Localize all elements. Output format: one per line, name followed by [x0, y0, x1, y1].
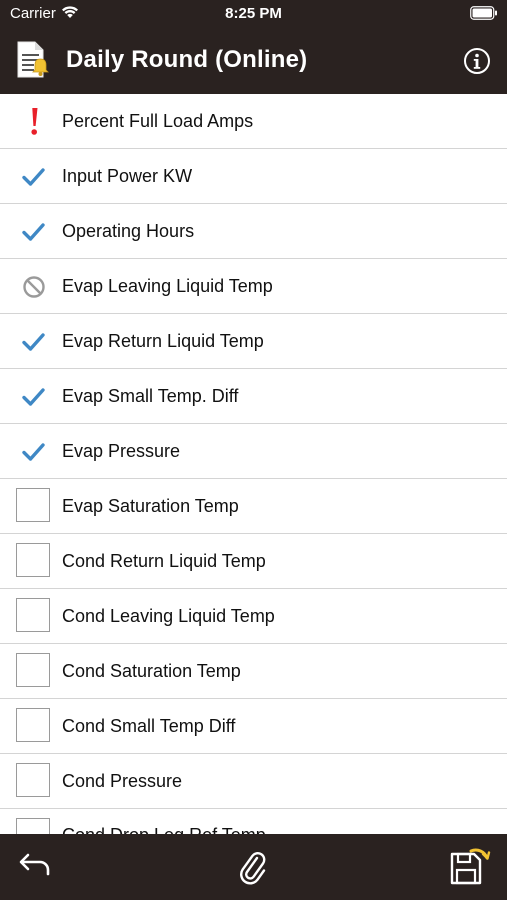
- checklist-row[interactable]: Percent Full Load Amps: [0, 94, 507, 149]
- checkmark-icon: [16, 324, 52, 360]
- checklist-row[interactable]: Cond Leaving Liquid Temp: [0, 589, 507, 644]
- info-icon[interactable]: [463, 47, 491, 80]
- battery-icon: [470, 6, 498, 25]
- checklist-item-label: Operating Hours: [62, 221, 195, 241]
- checklist-row[interactable]: Cond Pressure: [0, 754, 507, 809]
- checklist-row[interactable]: Evap Return Liquid Temp: [0, 314, 507, 369]
- checkmark-icon: [16, 434, 52, 470]
- checklist-row[interactable]: Evap Saturation Temp: [0, 479, 507, 534]
- checklist-row[interactable]: Input Power KW: [0, 149, 507, 204]
- checklist-row[interactable]: Cond Drop Leg Ref Temp: [0, 809, 507, 834]
- status-time: 8:25 PM: [225, 5, 282, 22]
- bottom-toolbar: [0, 834, 507, 900]
- empty-checkbox[interactable]: [16, 488, 50, 522]
- checklist-item-label: Cond Saturation Temp: [62, 661, 241, 681]
- exclamation-alert-icon: [16, 104, 52, 140]
- checkmark-icon: [16, 159, 52, 195]
- empty-checkbox[interactable]: [16, 543, 50, 577]
- checklist-row[interactable]: Cond Return Liquid Temp: [0, 534, 507, 589]
- prohibited-icon: [16, 269, 52, 305]
- empty-checkbox[interactable]: [16, 818, 50, 834]
- checklist-item-label: Cond Small Temp Diff: [62, 716, 236, 736]
- checklist-row[interactable]: Cond Small Temp Diff: [0, 699, 507, 754]
- back-arrow-icon[interactable]: [18, 850, 52, 883]
- page-title: Daily Round (Online): [66, 46, 308, 73]
- checklist-item-label: Evap Pressure: [62, 441, 181, 461]
- empty-checkbox[interactable]: [16, 763, 50, 797]
- save-disk-icon[interactable]: [449, 846, 491, 891]
- checklist-item-label: Evap Return Liquid Temp: [62, 331, 264, 351]
- checkmark-icon: [16, 214, 52, 250]
- nav-bar: Daily Round (Online): [0, 28, 507, 94]
- checklist-item-label: Cond Pressure: [62, 771, 183, 791]
- checklist-row[interactable]: Evap Leaving Liquid Temp: [0, 259, 507, 314]
- checklist-row[interactable]: Operating Hours: [0, 204, 507, 259]
- empty-checkbox[interactable]: [16, 708, 50, 742]
- checkmark-icon: [16, 379, 52, 415]
- top-bar: Carrier 8:25 PM Daily Round (Online): [0, 0, 507, 94]
- status-bar: Carrier 8:25 PM: [0, 0, 507, 28]
- document-bell-icon[interactable]: [15, 41, 49, 84]
- empty-checkbox[interactable]: [16, 653, 50, 687]
- checklist-item-label: Percent Full Load Amps: [62, 111, 254, 131]
- checklist: Percent Full Load Amps Input Power KW Oper…: [0, 94, 507, 834]
- checklist-item-label: Evap Saturation Temp: [62, 496, 239, 516]
- checklist-row[interactable]: Evap Small Temp. Diff: [0, 369, 507, 424]
- empty-checkbox[interactable]: [16, 598, 50, 632]
- paperclip-icon[interactable]: [238, 849, 268, 890]
- checklist-item-label: Input Power KW: [62, 166, 193, 186]
- checklist-item-label: Cond Leaving Liquid Temp: [62, 606, 275, 626]
- checklist-row[interactable]: Evap Pressure: [0, 424, 507, 479]
- checklist-item-label: Cond Return Liquid Temp: [62, 551, 266, 571]
- checklist-row[interactable]: Cond Saturation Temp: [0, 644, 507, 699]
- checklist-item-label: Evap Small Temp. Diff: [62, 386, 239, 406]
- checklist-item-label: Cond Drop Leg Ref Temp: [62, 825, 266, 834]
- checklist-item-label: Evap Leaving Liquid Temp: [62, 276, 273, 296]
